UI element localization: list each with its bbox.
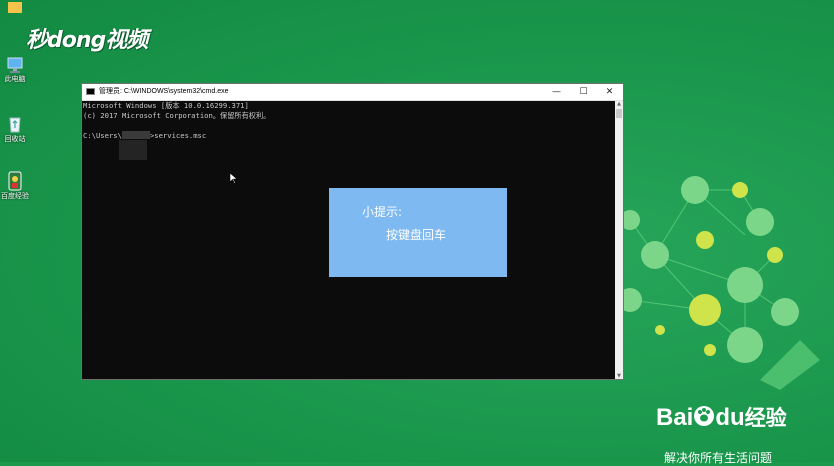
desktop-icon-label: 百度经验 [1,192,29,200]
video-watermark-logo: 秒dong视频 [26,28,148,53]
logo-text-cn: 经验 [744,406,787,430]
slogan: 解决你所有生活问题 [664,451,773,465]
scrollbar-thumb[interactable] [616,109,622,118]
masked-username [121,131,150,139]
vertical-scrollbar[interactable]: ▲ ▼ [615,101,623,379]
app-shortcut-icon [8,171,22,191]
window-titlebar[interactable]: 管理员: C:\WINDOWS\system32\cmd.exe — ☐ ✕ [82,84,623,101]
recycle-bin-icon [9,117,21,133]
console-prompt-prefix: C:\Users\ [83,131,122,140]
scroll-down-icon[interactable]: ▼ [615,373,623,379]
desktop-icon-this-pc[interactable]: 此电脑 [0,56,30,84]
tip-box: 小提示: 按键盘回车 [329,188,507,277]
computer-icon [7,57,23,73]
console-line: (c) 2017 Microsoft Corporation。保留所有权利。 [83,111,271,120]
baidu-jingyan-logo: Bai du经验 [656,402,787,432]
mouse-cursor-icon [230,173,238,184]
minimize-button[interactable]: — [543,84,570,100]
folder-icon [8,2,22,13]
paw-icon [694,406,715,426]
console-line: Microsoft Windows [版本 10.0.16299.371] [83,101,249,110]
tip-body: 按键盘回车 [386,228,447,242]
console-command: >services.msc [149,131,207,140]
decorative-network-graphic [618,176,820,390]
desktop-icon-label: 回收站 [4,135,26,143]
window-title: 管理员: C:\WINDOWS\system32\cmd.exe [99,88,229,95]
redacted-area [119,140,147,160]
desktop-icon-recycle-bin[interactable]: 回收站 [0,114,30,144]
desktop-icon-label: 此电脑 [4,75,26,83]
logo-text: Bai [656,404,694,431]
desktop-icon-folder[interactable] [0,0,30,14]
close-button[interactable]: ✕ [596,84,623,100]
maximize-button[interactable]: ☐ [570,84,597,100]
tip-title: 小提示: [362,205,403,219]
cmd-icon [86,88,95,95]
scroll-up-icon[interactable]: ▲ [615,101,623,107]
logo-text: du [715,404,745,431]
desktop-icon-baidu-jingyan[interactable]: 百度经验 [0,171,30,201]
